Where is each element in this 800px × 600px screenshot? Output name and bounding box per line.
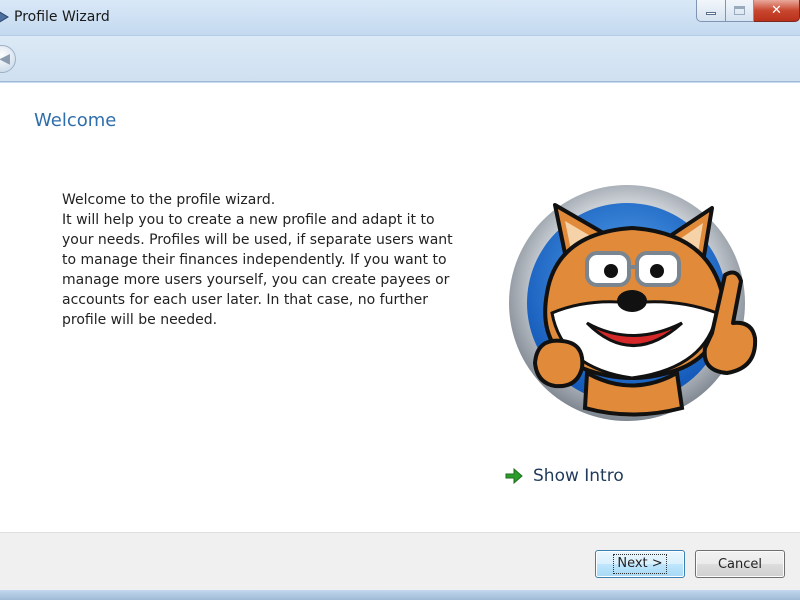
maximize-icon	[734, 6, 745, 15]
app-icon	[0, 11, 9, 23]
back-arrow-icon: ◀	[0, 51, 10, 67]
cancel-button[interactable]: Cancel	[695, 550, 785, 578]
button-bar: Next > Cancel	[0, 532, 800, 590]
green-arrow-icon	[505, 468, 523, 484]
close-icon: ✕	[771, 3, 782, 18]
intro-line: manage more users yourself, you can crea…	[62, 272, 450, 288]
show-intro-label: Show Intro	[533, 466, 624, 486]
window-controls: ✕	[696, 0, 800, 22]
minimize-icon	[706, 12, 716, 15]
intro-line: accounts for each user later. In that ca…	[62, 292, 428, 308]
close-button[interactable]: ✕	[754, 0, 800, 22]
wizard-content: Welcome Welcome to the profile wizard. I…	[0, 83, 800, 532]
page-heading: Welcome	[34, 110, 117, 131]
navigation-bar: ◀	[0, 36, 800, 82]
intro-line: Welcome to the profile wizard.	[62, 192, 276, 208]
window-bottom-border	[0, 590, 800, 600]
cancel-button-label: Cancel	[717, 556, 763, 572]
fox-mascot-image	[509, 185, 758, 421]
intro-line: It will help you to create a new profile…	[62, 212, 435, 228]
window-title: Profile Wizard	[14, 9, 110, 25]
maximize-button[interactable]	[726, 0, 754, 22]
show-intro-link[interactable]: Show Intro	[505, 463, 624, 489]
intro-line: your needs. Profiles will be used, if se…	[62, 232, 453, 248]
back-button[interactable]: ◀	[0, 45, 16, 73]
intro-line: to manage their finances independently. …	[62, 252, 447, 268]
title-bar: Profile Wizard ✕	[0, 0, 800, 36]
intro-text: Welcome to the profile wizard. It will h…	[62, 190, 482, 330]
intro-line: profile will be needed.	[62, 312, 218, 328]
next-button[interactable]: Next >	[595, 550, 685, 578]
minimize-button[interactable]	[696, 0, 726, 22]
next-button-label: Next >	[613, 554, 667, 574]
